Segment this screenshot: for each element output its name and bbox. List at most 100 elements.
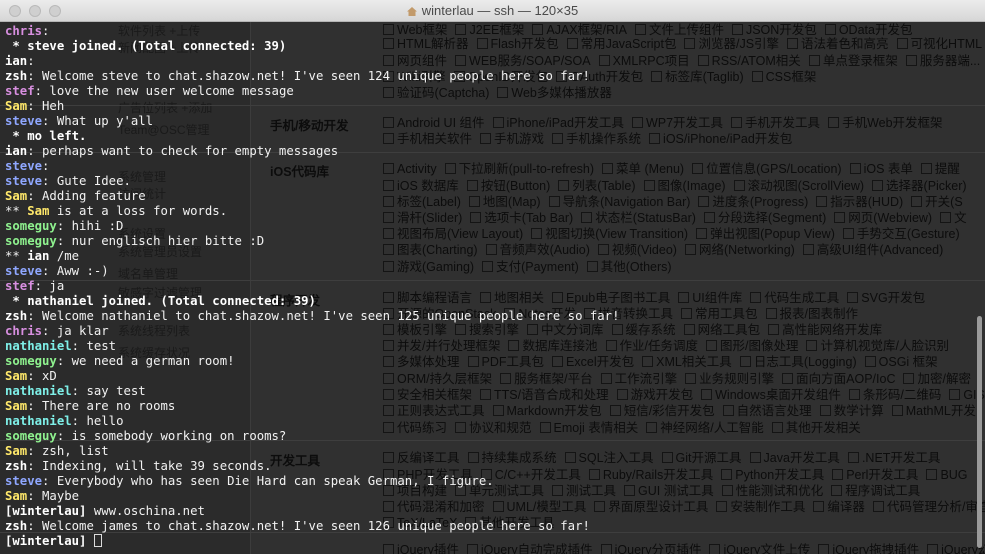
message-text: xD <box>34 369 57 383</box>
message-text: test <box>79 339 117 353</box>
nick-separator: : <box>34 279 43 293</box>
chat-line: chris: ja klar <box>5 324 985 339</box>
nick-label: chris <box>5 324 43 338</box>
nick-separator: : <box>34 84 43 98</box>
nick-label: nathaniel <box>5 414 72 428</box>
prompt-label: [winterlau] <box>5 534 87 548</box>
message-text: Aww :-) <box>49 264 109 278</box>
chat-line: zsh: Welcome nathaniel to chat.shazow.ne… <box>5 309 985 324</box>
nick-label: zsh <box>5 69 28 83</box>
nick-label: Sam <box>5 399 28 413</box>
nick-label: nathaniel <box>5 384 72 398</box>
message-text: is at a loss for words. <box>49 204 228 218</box>
chat-line: * mo left. <box>5 129 985 144</box>
chat-line: [winterlau] www.oschina.net <box>5 504 985 519</box>
message-text: Welcome james to chat.shazow.net! I've s… <box>34 519 590 533</box>
chat-line: ** Sam is at a loss for words. <box>5 204 985 219</box>
nick-separator: : <box>27 489 35 503</box>
chat-line: ian: perhaps want to check for empty mes… <box>5 144 985 159</box>
chat-line: steve: Everybody who has seen Die Hard c… <box>5 474 985 489</box>
message-text: love the new user welcome message <box>42 84 294 98</box>
nick-label: someguy <box>5 354 57 368</box>
nick-separator: : <box>27 399 35 413</box>
nick-label: [winterlau] <box>5 504 87 518</box>
home-folder-icon <box>406 7 417 16</box>
message-text: ja <box>42 279 65 293</box>
nick-label: Sam <box>5 369 28 383</box>
nick-label: chris <box>5 24 43 38</box>
nick-separator: : <box>71 339 80 353</box>
chat-line: nathaniel: test <box>5 339 985 354</box>
emote-prefix: ** <box>5 204 28 218</box>
chat-line: steve: Aww :-) <box>5 264 985 279</box>
chat-line: nathaniel: hello <box>5 414 985 429</box>
chat-line: * steve joined. (Total connected: 39) <box>5 39 985 54</box>
message-text: we need a german room! <box>64 354 235 368</box>
nick-separator: : <box>27 144 35 158</box>
message-text: Gute Idee. <box>49 174 131 188</box>
nick-separator: : <box>27 54 35 68</box>
message-text: Heh <box>34 99 65 113</box>
nick-label: ian <box>5 54 28 68</box>
nick-label: stef <box>5 279 35 293</box>
nick-separator: : <box>27 459 35 473</box>
text-cursor[interactable] <box>93 534 102 547</box>
nick-label: someguy <box>5 429 57 443</box>
nick-separator: : <box>27 189 35 203</box>
message-text: zsh, list <box>34 444 109 458</box>
nick-separator: : <box>27 309 35 323</box>
message-text: Maybe <box>34 489 80 503</box>
message-text: Welcome steve to chat.shazow.net! I've s… <box>34 69 590 83</box>
title-bar[interactable]: winterlau — ssh — 120×35 <box>0 0 985 22</box>
chat-line: zsh: Indexing, will take 39 seconds. <box>5 459 985 474</box>
chat-line: zsh: Welcome james to chat.shazow.net! I… <box>5 519 985 534</box>
chat-line: nathaniel: say test <box>5 384 985 399</box>
nick-label: steve <box>5 159 43 173</box>
chat-line: steve: <box>5 159 985 174</box>
nick-label: stef <box>5 84 35 98</box>
nick-label: zsh <box>5 309 28 323</box>
message-text: Adding feature <box>34 189 146 203</box>
message-text: Indexing, will take 39 seconds. <box>34 459 272 473</box>
chat-line: someguy: hihi :D <box>5 219 985 234</box>
chat-line: ian: <box>5 54 985 69</box>
nick-label: Sam <box>5 489 28 503</box>
nick-label: steve <box>5 174 43 188</box>
nick-separator: : <box>27 69 35 83</box>
window-title-wrap: winterlau — ssh — 120×35 <box>0 3 985 18</box>
window-title: winterlau — ssh — 120×35 <box>421 3 579 18</box>
nick-label: steve <box>5 114 43 128</box>
nick-separator: : <box>42 159 50 173</box>
nick-label: ian <box>27 249 50 263</box>
nick-separator: : <box>27 99 35 113</box>
chat-line: Sam: xD <box>5 369 985 384</box>
scrollbar[interactable] <box>977 316 982 548</box>
nick-separator: : <box>27 519 35 533</box>
message-text: hello <box>79 414 124 428</box>
message-text: hihi :D <box>64 219 124 233</box>
message-text: Everybody who has seen Die Hard can spea… <box>49 474 494 488</box>
nick-separator: : <box>27 369 35 383</box>
nick-label: Sam <box>5 99 28 113</box>
nick-label: Sam <box>5 444 28 458</box>
chat-line: * nathaniel joined. (Total connected: 39… <box>5 294 985 309</box>
nick-label: zsh <box>5 459 28 473</box>
chat-line: Sam: Adding feature <box>5 189 985 204</box>
nick-label: nathaniel <box>5 339 72 353</box>
chat-line: zsh: Welcome steve to chat.shazow.net! I… <box>5 69 985 84</box>
chat-line: Sam: Maybe <box>5 489 985 504</box>
message-text: www.oschina.net <box>86 504 205 518</box>
chat-line: Sam: There are no rooms <box>5 399 985 414</box>
terminal-window: winterlau — ssh — 120×35 软件列表 +上传 新闻配图 +上… <box>0 0 985 554</box>
chat-line: Sam: zsh, list <box>5 444 985 459</box>
system-message: * mo left. <box>5 129 87 143</box>
nick-label: steve <box>5 264 43 278</box>
emote-prefix: ** <box>5 249 28 263</box>
terminal-content[interactable]: chris: * steve joined. (Total connected:… <box>0 22 985 554</box>
system-message: * nathaniel joined. (Total connected: 39… <box>5 294 316 308</box>
chat-line: someguy: is somebody working on rooms? <box>5 429 985 444</box>
message-text: /me <box>49 249 80 263</box>
nick-label: Sam <box>5 189 28 203</box>
input-prompt-line[interactable]: [winterlau] <box>5 534 985 549</box>
chat-line: ** ian /me <box>5 249 985 264</box>
